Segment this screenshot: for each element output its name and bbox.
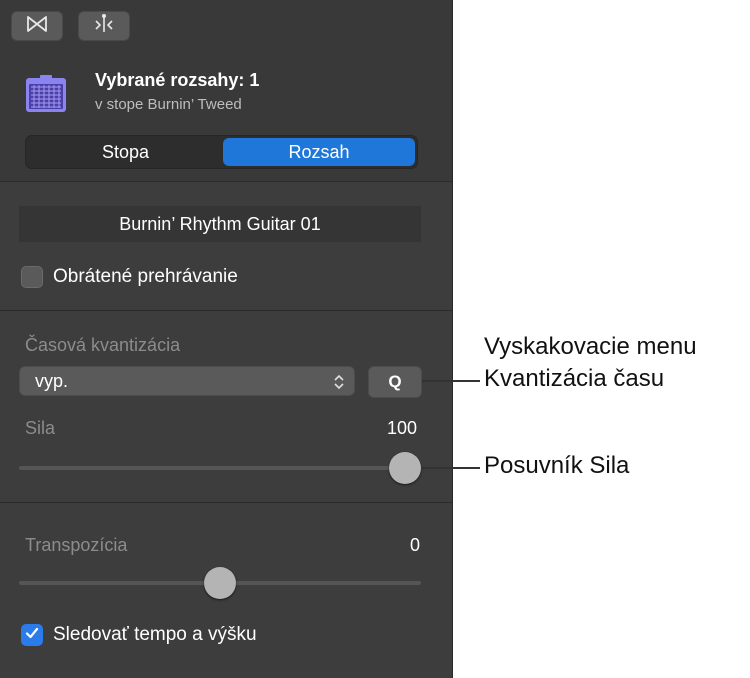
checkmark-icon [24,625,40,646]
strength-label: Sila [25,418,56,438]
divider [0,310,452,311]
reverse-playback-label: Obrátené prehrávanie [53,266,238,287]
region-name-field[interactable]: Burnin’ Rhythm Guitar 01 [19,206,421,242]
bowtie-icon [24,14,50,39]
callout-line [422,467,480,469]
callout-quantize-menu-line2: Kvantizácia času [484,365,665,392]
header-subtitle: v stope Burnin’ Tweed [95,96,242,113]
transpose-value: 0 [410,535,421,555]
bowtie-button[interactable] [11,11,63,41]
tab-track[interactable]: Stopa [28,138,223,166]
quantize-button[interactable]: Q [368,366,422,398]
callout-strength-slider: Posuvník Sila [484,452,630,479]
strength-value: 100 [387,418,418,438]
header-title: Vybrané rozsahy: 1 [95,70,260,90]
inspector-panel: Vybrané rozsahy: 1 v stope Burnin’ Tweed… [0,0,453,678]
callout-quantize-menu-line1: Vyskakovacie menu [484,333,697,360]
time-quantize-popup[interactable]: vyp. [19,366,355,396]
transpose-label: Transpozícia [25,535,128,555]
callout-line [422,380,480,382]
time-quantize-value: vyp. [35,371,69,391]
transpose-slider-knob[interactable] [204,567,236,599]
amplifier-icon [25,75,67,113]
chevron-up-down-icon [332,372,346,392]
inspector-header: Vybrané rozsahy: 1 v stope Burnin’ Tweed… [0,0,452,182]
follow-tempo-pitch-label: Sledovať tempo a výšku [53,624,257,645]
split-button[interactable] [78,11,130,41]
divider [0,502,452,503]
strength-slider-track[interactable] [19,466,421,470]
follow-tempo-pitch-checkbox[interactable] [21,624,43,646]
strength-slider-knob[interactable] [389,452,421,484]
track-region-segmented-control: Stopa Rozsah [25,135,418,169]
tab-region[interactable]: Rozsah [223,138,415,166]
reverse-playback-checkbox[interactable] [21,266,43,288]
split-at-playhead-icon [91,13,117,40]
time-quantize-label: Časová kvantizácia [25,335,181,355]
